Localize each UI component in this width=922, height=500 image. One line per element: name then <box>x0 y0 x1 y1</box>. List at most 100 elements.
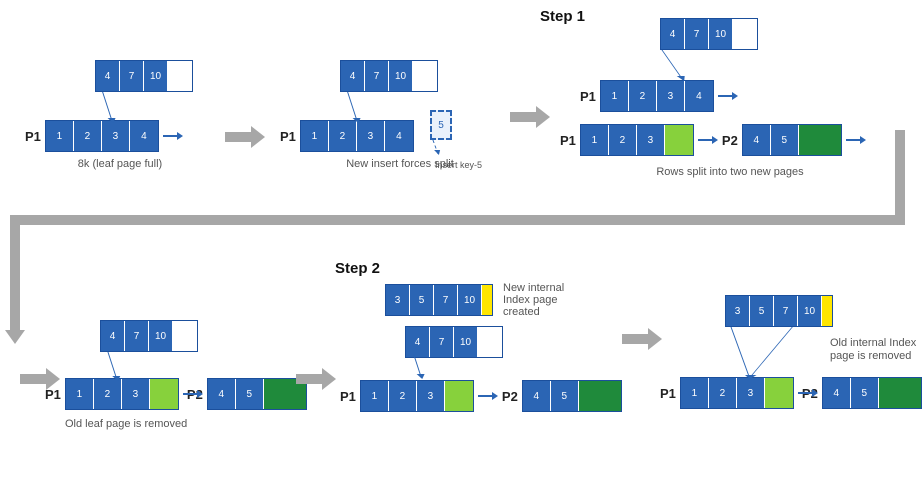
flow-arrow-1 <box>225 128 265 149</box>
panel-oldleaf-caption: Old leaf page is removed <box>65 418 295 430</box>
leaf-cell: 5 <box>551 381 579 411</box>
leaf-cell: 2 <box>609 125 637 155</box>
empty-slot <box>413 61 437 91</box>
free-space <box>799 125 841 155</box>
index-page: 4 7 10 <box>340 60 438 92</box>
index-cell: 7 <box>120 61 144 91</box>
step2-heading: Step 2 <box>335 260 380 277</box>
leaf-page: 1 2 3 4 <box>45 120 159 152</box>
index-cell: 4 <box>101 321 125 351</box>
index-cell: 7 <box>430 327 454 357</box>
flow-arrow-4 <box>296 370 336 391</box>
index-cell: 5 <box>410 285 434 315</box>
leaf-cell: 3 <box>357 121 385 151</box>
next-page-arrow-icon <box>163 131 183 141</box>
index-cell: 10 <box>454 327 478 357</box>
index-cell: 4 <box>341 61 365 91</box>
new-marker <box>482 285 492 315</box>
free-space <box>579 381 621 411</box>
index-page: 4 7 10 <box>95 60 193 92</box>
insert-key-box: 5 <box>430 110 452 140</box>
leaf-cell: 4 <box>523 381 551 411</box>
leaf-cell: 1 <box>681 378 709 408</box>
index-cell: 10 <box>798 296 822 326</box>
flow-arrow-icon <box>510 108 550 126</box>
new-marker <box>822 296 832 326</box>
leaf-page-left: 1 2 3 <box>360 380 474 412</box>
panel-split: 4 7 10 P1 1 2 3 4 5 Insert key-5 New ins… <box>280 60 510 170</box>
route-segment <box>10 215 905 225</box>
leaf-cell: 4 <box>685 81 713 111</box>
index-cell: 3 <box>726 296 750 326</box>
leaf-cell: 1 <box>46 121 74 151</box>
leaf-page-old: 1 2 3 4 <box>600 80 714 112</box>
step1-heading: Step 1 <box>540 8 585 25</box>
leaf-cell: 3 <box>657 81 685 111</box>
leaf-cell: 1 <box>301 121 329 151</box>
route-segment <box>895 130 905 220</box>
next-page-arrow-icon <box>698 135 718 145</box>
index-cell: 10 <box>149 321 173 351</box>
pointer-line <box>731 327 751 379</box>
leaf-page-right: 4 5 <box>522 380 622 412</box>
route-arrowhead <box>10 215 20 330</box>
page-label-p1: P1 <box>25 129 41 144</box>
next-page-arrow-icon <box>478 391 498 401</box>
leaf-cell: 4 <box>823 378 851 408</box>
leaf-cell: 2 <box>329 121 357 151</box>
panel-full: 4 7 10 P1 1 2 3 4 8k (leaf page full) <box>25 60 215 170</box>
panel-old-leaf: 4 7 10 P1 1 2 3 P2 4 5 Old leaf page is … <box>45 320 295 430</box>
panel-rows-caption: Rows split into two new pages <box>560 166 900 178</box>
pointer-line <box>102 92 113 122</box>
index-cell: 7 <box>365 61 389 91</box>
leaf-cell: 3 <box>122 379 150 409</box>
free-slot <box>765 378 793 408</box>
index-cell: 4 <box>661 19 685 49</box>
leaf-cell: 5 <box>851 378 879 408</box>
pointer-line <box>107 352 117 380</box>
leaf-cell: 2 <box>94 379 122 409</box>
page-label-p2: P2 <box>722 133 738 148</box>
leaf-page-right: 4 5 <box>822 377 922 409</box>
leaf-cell: 5 <box>771 125 799 155</box>
flow-arrow-2 <box>510 108 550 129</box>
empty-slot <box>168 61 192 91</box>
old-index-page: 4 7 10 <box>405 326 503 358</box>
index-cell: 7 <box>434 285 458 315</box>
page-label-p1: P1 <box>280 129 296 144</box>
index-cell: 7 <box>685 19 709 49</box>
new-index-page: 3 5 7 10 <box>725 295 833 327</box>
panel-oldidx-caption: Old internal Index page is removed <box>830 337 920 363</box>
free-slot <box>150 379 178 409</box>
index-cell: 5 <box>750 296 774 326</box>
flow-arrow-icon <box>296 370 336 388</box>
leaf-page-new-right: 4 5 <box>742 124 842 156</box>
panel-old-index: 3 5 7 10 Old internal Index page is remo… <box>660 295 920 409</box>
insert-key-label: Insert key-5 <box>435 160 482 170</box>
page-label-p1b: P1 <box>560 133 576 148</box>
index-cell: 3 <box>386 285 410 315</box>
index-cell: 4 <box>406 327 430 357</box>
flow-arrow-5 <box>622 330 662 351</box>
leaf-cell: 1 <box>581 125 609 155</box>
page-label-p1a: P1 <box>580 89 596 104</box>
page-label-p1: P1 <box>340 389 356 404</box>
leaf-cell: 1 <box>601 81 629 111</box>
leaf-cell: 2 <box>709 378 737 408</box>
leaf-cell: 4 <box>130 121 158 151</box>
page-label-p2: P2 <box>502 389 518 404</box>
empty-slot <box>478 327 502 357</box>
flow-arrow-icon <box>622 330 662 348</box>
page-label-p1: P1 <box>45 387 61 402</box>
leaf-page-left: 1 2 3 <box>65 378 179 410</box>
leaf-cell: 5 <box>236 379 264 409</box>
panel-rows-split: P1 1 2 3 4 P1 1 2 3 P2 4 5 Rows split in… <box>560 80 900 178</box>
flow-arrow-icon <box>225 128 265 146</box>
free-space <box>879 378 921 408</box>
leaf-cell: 3 <box>737 378 765 408</box>
pointer-line <box>661 50 683 80</box>
leaf-cell: 1 <box>361 381 389 411</box>
index-page: 4 7 10 <box>660 18 758 50</box>
leaf-page-right: 4 5 <box>207 378 307 410</box>
pointer-line <box>347 92 358 122</box>
